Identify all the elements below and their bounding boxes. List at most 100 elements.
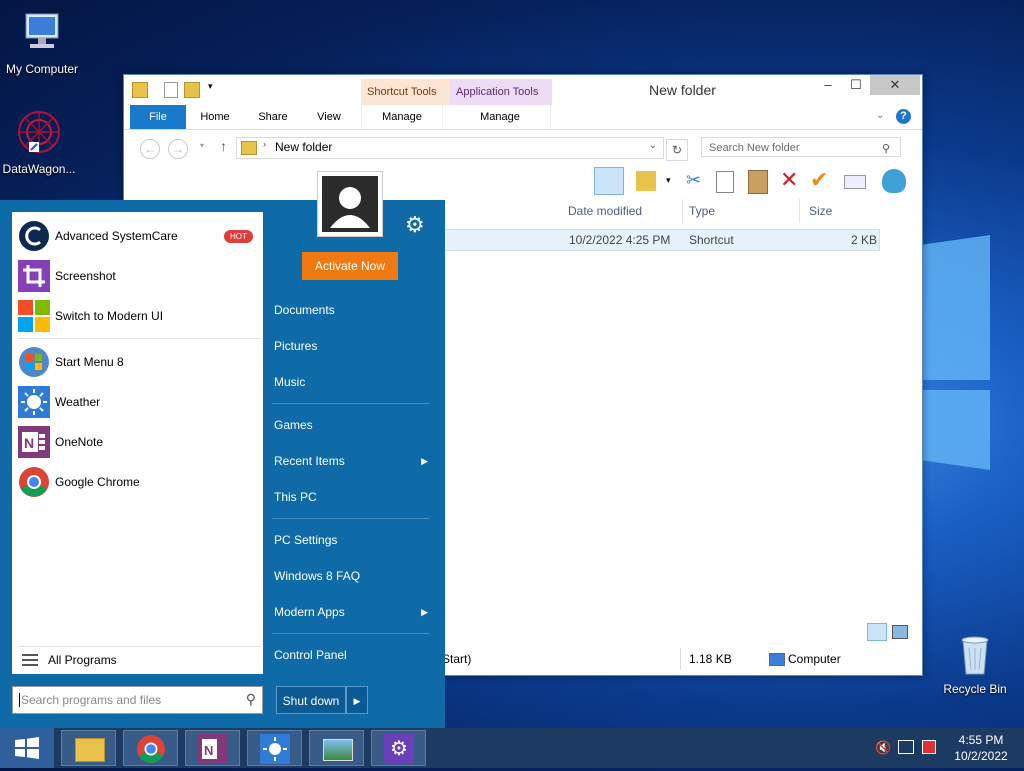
tab-share[interactable]: Share	[248, 105, 298, 129]
customize-quick-access-icon[interactable]: ▾	[208, 81, 213, 92]
desktop-icon-datawagon[interactable]: DataWagon...	[0, 110, 81, 176]
tab-application-tools[interactable]: Application Tools	[450, 79, 552, 105]
desktop-icon-my-computer[interactable]: My Computer	[0, 10, 84, 76]
delete-icon[interactable]: ✕	[780, 167, 798, 193]
link-this-pc[interactable]: This PC	[274, 487, 430, 507]
address-dropdown-icon[interactable]: ⌄	[649, 140, 657, 151]
all-programs-button[interactable]: All Programs	[18, 648, 258, 672]
column-size[interactable]: Size	[809, 199, 879, 223]
settings-gear-icon[interactable]: ⚙	[405, 212, 425, 238]
clock[interactable]: 4:55 PM 10/2/2022	[946, 732, 1016, 764]
settings-gear-icon: ⚙	[384, 734, 414, 764]
title-bar: ▾ Shortcut Tools Application Tools New f…	[124, 75, 922, 105]
refresh-icon[interactable]: ↻	[666, 139, 688, 161]
shutdown-button[interactable]: Shut down	[276, 686, 346, 714]
chrome-icon	[18, 466, 50, 498]
link-music[interactable]: Music	[274, 372, 430, 392]
address-bar[interactable]: › New folder ⌄	[236, 137, 664, 159]
new-folder-icon[interactable]	[184, 82, 200, 98]
taskbar: N ⚙ 🔇 4:55 PM 10/2/2022	[0, 728, 1024, 768]
preview-pane-icon[interactable]	[594, 167, 624, 195]
forward-icon[interactable]: →	[168, 139, 188, 159]
taskbar-chrome[interactable]	[123, 730, 178, 766]
rename-icon[interactable]	[844, 175, 866, 189]
copy-icon[interactable]	[716, 171, 734, 193]
minimize-button[interactable]: –	[814, 75, 842, 95]
network-icon[interactable]	[898, 740, 914, 754]
desktop-icon-recycle-bin[interactable]: Recycle Bin	[933, 630, 1017, 696]
chrome-icon	[137, 735, 165, 763]
link-control-panel[interactable]: Control Panel	[274, 645, 430, 665]
up-icon[interactable]: ↑	[220, 138, 227, 154]
column-type[interactable]: Type	[689, 199, 800, 223]
organize-icon[interactable]	[636, 171, 656, 191]
shutdown-label: Shut down	[282, 694, 340, 708]
user-avatar[interactable]	[317, 171, 383, 237]
activate-now-button[interactable]: Activate Now	[302, 252, 398, 280]
breadcrumb[interactable]: New folder	[275, 140, 332, 154]
paste-icon[interactable]	[748, 170, 768, 194]
modern-apps-label: Modern Apps	[274, 605, 345, 619]
recent-locations-icon[interactable]: ▾	[200, 141, 204, 150]
menu-item-google-chrome[interactable]: Google Chrome	[18, 464, 258, 500]
link-recent-items[interactable]: Recent Items ▶	[274, 451, 430, 471]
tab-file[interactable]: File	[130, 105, 186, 129]
cut-icon[interactable]: ✂	[686, 170, 701, 191]
advanced-systemcare-icon	[18, 220, 50, 252]
expand-ribbon-icon[interactable]: ⌄	[876, 110, 884, 121]
tab-manage-application[interactable]: Manage	[450, 105, 551, 129]
row-date: 10/2/2022 4:25 PM	[569, 233, 671, 247]
start-button[interactable]	[0, 728, 54, 768]
taskbar-photos[interactable]	[309, 730, 364, 766]
taskbar-settings[interactable]: ⚙	[371, 730, 426, 766]
taskbar-file-explorer[interactable]	[61, 730, 116, 766]
back-icon[interactable]: ←	[140, 139, 160, 159]
organize-dropdown-icon[interactable]: ▾	[666, 175, 671, 186]
taskbar-weather[interactable]	[247, 730, 302, 766]
link-documents[interactable]: Documents	[274, 300, 430, 320]
tab-view[interactable]: View	[306, 105, 352, 129]
link-windows-8-faq[interactable]: Windows 8 FAQ	[274, 566, 430, 586]
tab-shortcut-tools[interactable]: Shortcut Tools	[361, 79, 453, 105]
menu-item-start-menu-8[interactable]: Start Menu 8	[18, 344, 258, 380]
search-icon[interactable]: ⚲	[246, 691, 256, 708]
properties-icon[interactable]	[164, 82, 178, 98]
quick-access-folder-icon[interactable]	[132, 82, 148, 98]
volume-muted-icon[interactable]: 🔇	[875, 740, 891, 756]
table-row[interactable]: 10/2/2022 4:25 PM Shortcut 2 KB	[432, 229, 880, 251]
link-pc-settings[interactable]: PC Settings	[274, 530, 430, 550]
shell-icon[interactable]	[882, 169, 906, 193]
maximize-button[interactable]: ☐	[842, 75, 870, 95]
submenu-arrow-icon: ▶	[421, 456, 428, 466]
classic-toolbar: ▾ ✂ ✕ ✔	[124, 167, 922, 197]
address-row: ← → ▾ ↑ › New folder ⌄ ↻ Search New fold…	[124, 133, 922, 163]
menu-item-screenshot[interactable]: Screenshot	[18, 258, 258, 294]
search-input[interactable]: Search New folder	[701, 137, 901, 157]
link-games[interactable]: Games	[274, 415, 430, 435]
shutdown-options-button[interactable]: ▶	[346, 686, 368, 714]
desktop-icon-label: My Computer	[5, 62, 79, 76]
help-icon[interactable]: ?	[896, 109, 911, 124]
taskbar-onenote[interactable]: N	[185, 730, 240, 766]
start-search-input[interactable]: Search programs and files ⚲	[12, 686, 263, 714]
link-pictures[interactable]: Pictures	[274, 336, 430, 356]
tab-manage-shortcut[interactable]: Manage	[361, 105, 443, 129]
start-left-pane: Advanced SystemCare HOT Screenshot Switc…	[12, 212, 263, 674]
menu-item-switch-modern-ui[interactable]: Switch to Modern UI	[18, 298, 258, 334]
large-icons-view-icon[interactable]	[892, 625, 908, 639]
menu-item-advanced-systemcare[interactable]: Advanced SystemCare HOT	[18, 218, 258, 254]
photos-icon	[323, 739, 353, 761]
column-date-modified[interactable]: Date modified	[568, 199, 683, 223]
folder-icon	[241, 141, 257, 155]
link-modern-apps[interactable]: Modern Apps ▶	[274, 602, 430, 622]
properties-check-icon[interactable]: ✔	[810, 167, 828, 193]
tab-home[interactable]: Home	[192, 105, 238, 129]
breadcrumb-separator-icon[interactable]: ›	[263, 139, 266, 149]
menu-item-onenote[interactable]: N OneNote	[18, 424, 258, 460]
user-icon	[322, 176, 378, 232]
menu-item-weather[interactable]: Weather	[18, 384, 258, 420]
details-view-icon[interactable]	[867, 623, 887, 641]
search-icon[interactable]: ⚲	[882, 142, 890, 155]
action-center-icon[interactable]	[922, 740, 936, 754]
close-button[interactable]: ✕	[870, 75, 920, 95]
